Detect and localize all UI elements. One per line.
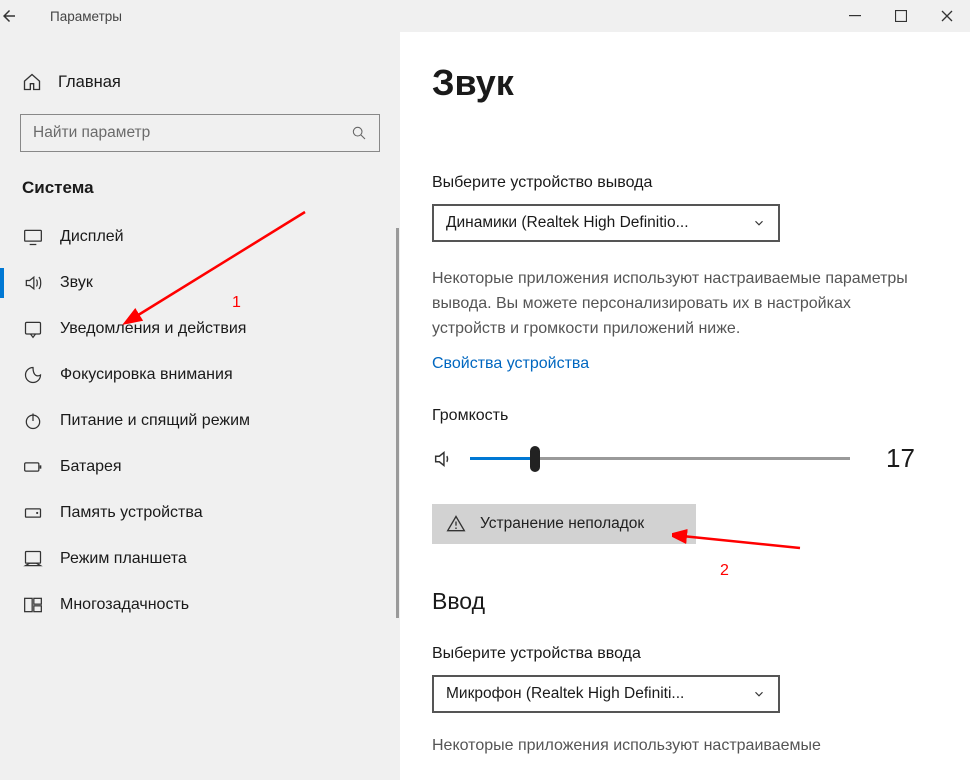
minimize-button[interactable]: [832, 0, 878, 32]
sidebar-item-label: Звук: [60, 274, 93, 292]
volume-label: Громкость: [432, 407, 950, 425]
output-device-label: Выберите устройство вывода: [432, 174, 950, 192]
sidebar-item-label: Питание и спящий режим: [60, 412, 250, 430]
maximize-button[interactable]: [878, 0, 924, 32]
search-input[interactable]: Найти параметр: [20, 114, 380, 152]
sidebar-item-label: Режим планшета: [60, 550, 187, 568]
close-button[interactable]: [924, 0, 970, 32]
sidebar-nav: Дисплей Звук Уведомления и действия Фоку…: [0, 214, 400, 628]
sidebar-item-multitask[interactable]: Многозадачность: [0, 582, 400, 628]
input-description: Некоторые приложения используют настраив…: [432, 737, 950, 755]
tablet-icon: [22, 549, 44, 569]
notifications-icon: [22, 319, 44, 339]
sidebar-home-label: Главная: [58, 73, 121, 92]
troubleshoot-label: Устранение неполадок: [480, 515, 644, 533]
sidebar-item-focus[interactable]: Фокусировка внимания: [0, 352, 400, 398]
window-title: Параметры: [34, 9, 122, 24]
home-icon: [22, 72, 42, 92]
sidebar-item-label: Уведомления и действия: [60, 320, 246, 338]
sound-icon: [22, 273, 44, 293]
storage-icon: [22, 503, 44, 523]
slider-fill: [470, 457, 535, 460]
volume-value: 17: [886, 443, 915, 474]
page-title: Звук: [432, 62, 950, 104]
sidebar-item-label: Дисплей: [60, 228, 124, 246]
close-icon: [941, 10, 953, 22]
sidebar-home[interactable]: Главная: [0, 72, 400, 114]
sidebar-item-storage[interactable]: Память устройства: [0, 490, 400, 536]
sidebar-item-label: Фокусировка внимания: [60, 366, 233, 384]
troubleshoot-button[interactable]: Устранение неполадок: [432, 504, 696, 544]
sidebar-item-notifications[interactable]: Уведомления и действия: [0, 306, 400, 352]
search-placeholder: Найти параметр: [33, 124, 150, 142]
multitask-icon: [22, 595, 44, 615]
volume-icon: [432, 448, 454, 470]
sidebar-item-tablet[interactable]: Режим планшета: [0, 536, 400, 582]
chevron-down-icon: [752, 687, 766, 701]
annotation-label-2: 2: [720, 562, 729, 580]
minimize-icon: [849, 10, 861, 22]
annotation-label-1: 1: [232, 294, 241, 312]
chevron-down-icon: [752, 216, 766, 230]
display-icon: [22, 227, 44, 247]
input-device-dropdown[interactable]: Микрофон (Realtek High Definiti...: [432, 675, 780, 713]
sidebar: Главная Найти параметр Система Дисплей З…: [0, 32, 400, 780]
input-device-label: Выберите устройства ввода: [432, 645, 950, 663]
power-icon: [22, 411, 44, 431]
sidebar-item-display[interactable]: Дисплей: [0, 214, 400, 260]
sidebar-group-title: Система: [0, 178, 400, 214]
sidebar-scrollbar[interactable]: [396, 228, 399, 618]
maximize-icon: [895, 10, 907, 22]
output-device-value: Динамики (Realtek High Definitio...: [446, 214, 689, 232]
focus-icon: [22, 365, 44, 385]
warning-icon: [446, 514, 466, 534]
sidebar-item-label: Память устройства: [60, 504, 203, 522]
back-button[interactable]: [0, 7, 34, 25]
volume-slider[interactable]: [470, 457, 850, 460]
output-device-dropdown[interactable]: Динамики (Realtek High Definitio...: [432, 204, 780, 242]
battery-icon: [22, 457, 44, 477]
arrow-left-icon: [0, 7, 18, 25]
sidebar-item-label: Многозадачность: [60, 596, 189, 614]
input-device-value: Микрофон (Realtek High Definiti...: [446, 685, 684, 703]
sidebar-item-battery[interactable]: Батарея: [0, 444, 400, 490]
slider-thumb[interactable]: [530, 446, 540, 472]
sidebar-item-sound[interactable]: Звук: [0, 260, 400, 306]
output-description: Некоторые приложения используют настраив…: [432, 266, 922, 341]
search-icon: [351, 125, 367, 141]
input-heading: Ввод: [432, 588, 950, 615]
content-pane: Звук Выберите устройство вывода Динамики…: [400, 32, 970, 780]
device-properties-link[interactable]: Свойства устройства: [432, 355, 589, 373]
title-bar: Параметры: [0, 0, 970, 32]
sidebar-item-power[interactable]: Питание и спящий режим: [0, 398, 400, 444]
sidebar-item-label: Батарея: [60, 458, 122, 476]
